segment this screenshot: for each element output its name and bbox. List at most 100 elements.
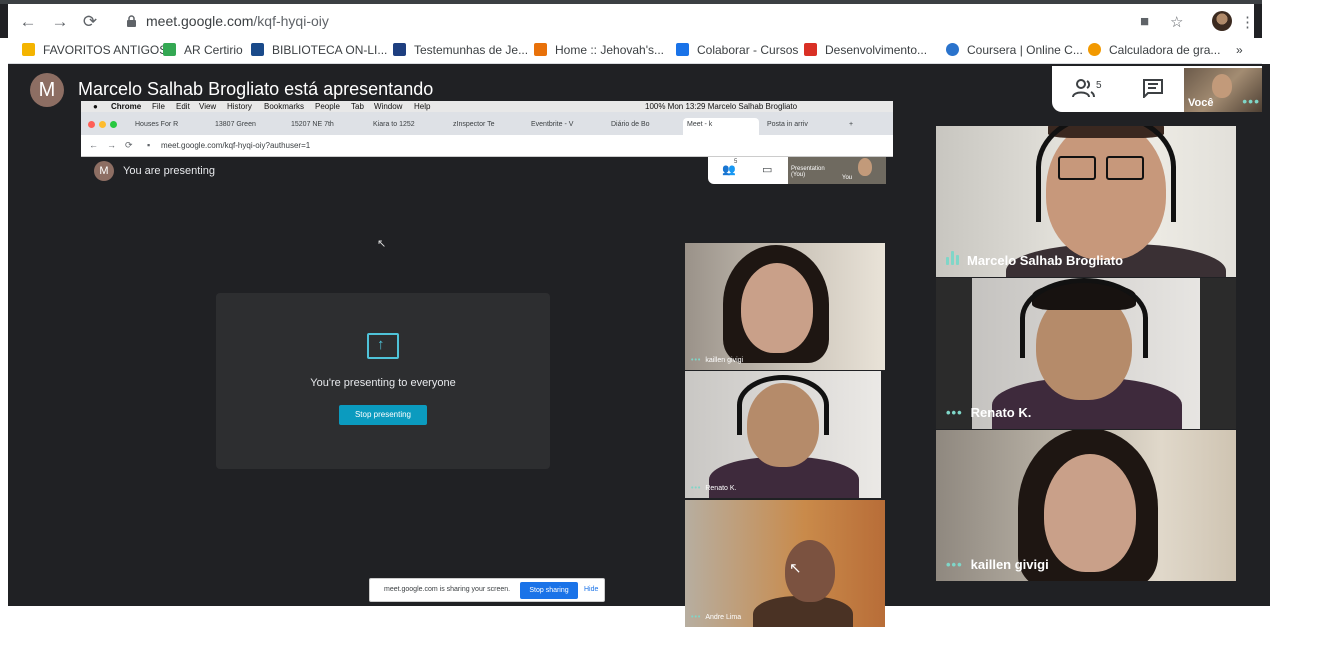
participant-tile[interactable]: Marcelo Salhab Brogliato [936,126,1236,277]
people-button[interactable]: 5 [1072,78,1102,100]
biblioteca-icon [251,43,264,56]
inner-tab-strip: Houses For R 13807 Green 15207 NE 7th Ki… [81,112,893,135]
meet-stage: M Marcelo Salhab Brogliato está apresent… [8,64,1270,627]
present-screen-icon [367,333,399,359]
bookmark-label: Calculadora de gra... [1109,43,1221,57]
mac-menu-bar: ● Chrome File Edit View History Bookmark… [81,101,893,112]
mac-menu-item: File [152,102,165,111]
lock-icon[interactable] [126,15,137,27]
more-bookmarks-icon[interactable]: » [1236,43,1243,57]
camera-indicator-icon[interactable]: ■ [1140,13,1149,30]
inner-self-tile: Presentation (You) You [788,157,886,184]
bookmarks-bar: FAVORITOS ANTIGOS AR Certirio BIBLIOTECA… [8,38,1262,64]
participant-headset [1020,278,1148,358]
bookmark-testemunhas[interactable]: Testemunhas de Je... [393,43,528,57]
inner-participant-tile: ••• kaillen givigi [685,243,885,370]
shared-screen: ● Chrome File Edit View History Bookmark… [81,101,893,627]
bookmark-coursera[interactable]: Coursera | Online C... [946,43,1083,57]
participant-tile[interactable]: ••• Renato K. [936,278,1236,429]
more-dots-icon: ••• [946,405,963,420]
sharing-notice-text: meet.google.com is sharing your screen. [384,586,511,593]
colaborar-icon [676,43,689,56]
hide-link: Hide [584,586,599,593]
bookmark-label: AR Certirio [184,43,243,57]
self-head [1212,74,1232,98]
inner-self-head [858,158,872,176]
jw-icon [393,43,406,56]
star-icon[interactable]: ☆ [1170,13,1183,31]
presenter-avatar: M [30,73,64,107]
presenting-to-everyone-text: You're presenting to everyone [310,377,456,389]
mac-menu-item: Bookmarks [264,102,305,111]
bookmark-favoritos[interactable]: FAVORITOS ANTIGOS [22,43,167,57]
menu-icon[interactable]: ⋮ [1240,13,1255,31]
inner-url: meet.google.com/kqf-hyqi-oiy?authuser=1 [161,141,311,150]
inner-meet-view: M You are presenting 👥 5 ▭ Presentation … [81,157,893,627]
bookmark-label: Desenvolvimento... [825,43,928,57]
inner-reload-icon: ⟳ [125,140,133,150]
bookmark-label: FAVORITOS ANTIGOS [43,43,168,57]
bookmark-ar-certirio[interactable]: AR Certirio [163,43,243,57]
reload-icon[interactable]: ⟳ [80,12,100,32]
inner-tab: 15207 NE 7th [291,121,334,128]
bookmark-jehovah[interactable]: Home :: Jehovah's... [534,43,664,57]
bookmark-label: Testemunhas de Je... [414,43,529,57]
forward-icon[interactable]: → [50,12,70,32]
inner-head [741,263,813,353]
bookmark-label: Home :: Jehovah's... [555,43,665,57]
inner-participant-name: ••• Renato K. [691,485,737,492]
inner-tab: Posta in arriv [767,121,808,128]
mac-menu-item: History [227,102,252,111]
participant-headset [1036,126,1176,222]
bookmark-label: BIBLIOTECA ON-LI... [272,43,388,57]
presenting-card: You're presenting to everyone Stop prese… [216,293,550,469]
mac-menu-item: Window [374,102,403,111]
inner-tab: Kiara to 1252 [373,121,415,128]
participant-name-label: ••• kaillen givigi [946,557,1049,572]
coursera-icon [946,43,959,56]
url-field[interactable]: meet.google.com/kqf-hyqi-oiy [146,13,329,29]
inner-tab: Eventbrite - V [531,121,574,128]
inner-tab-active: Meet - k [683,118,759,135]
minimize-window-icon [99,121,106,128]
apple-icon: ● [93,102,98,111]
sharing-notice-bar: meet.google.com is sharing your screen. … [369,578,605,602]
participant-head [1044,454,1136,572]
bookmark-calculadora[interactable]: Calculadora de gra... [1088,43,1220,57]
inner-address-bar: ← → ⟳ ▪ meet.google.com/kqf-hyqi-oiy?aut… [81,135,893,157]
mac-menu-item: View [199,102,217,111]
more-dots-icon: ••• [946,557,963,572]
people-count: 5 [1096,80,1102,91]
self-view-tile[interactable]: Você ••• [1184,68,1262,112]
people-icon [1072,79,1095,98]
presentation-title: Marcelo Salhab Brogliato está apresentan… [78,79,434,99]
inner-chat-icon: ▭ [762,164,773,176]
calculadora-icon [1088,43,1101,56]
folder-icon [22,43,35,56]
chat-button[interactable] [1142,78,1164,103]
back-icon[interactable]: ← [18,12,38,32]
inner-presentation-label: Presentation (You) [791,166,825,178]
inner-back-icon: ← [89,140,98,150]
chat-icon [1143,79,1163,100]
bookmark-biblioteca[interactable]: BIBLIOTECA ON-LI... [251,43,387,57]
participant-name-label: ••• Renato K. [946,405,1032,420]
inner-participant-tile: ••• Andre Lima [685,500,885,627]
inner-presenting-label: You are presenting [123,165,215,177]
ar-icon [163,43,176,56]
bookmark-label: Coursera | Online C... [967,43,1083,57]
bookmark-desenvolvimento[interactable]: Desenvolvimento... [804,43,927,57]
maximize-window-icon [110,121,117,128]
bookmark-colaborar[interactable]: Colaborar - Cursos [676,43,798,57]
profile-avatar[interactable] [1212,11,1232,31]
inner-top-controls: 👥 5 ▭ Presentation (You) You [708,157,886,184]
inner-tab: 13807 Green [215,121,256,128]
inner-you-label: You [842,175,853,181]
participant-tile[interactable]: ••• kaillen givigi [936,430,1236,581]
participant-name-label: Marcelo Salhab Brogliato [946,251,1123,268]
mouse-cursor-icon: ↖ [377,238,387,250]
bookmark-label: Colaborar - Cursos [697,43,799,57]
address-bar: ← → ⟳ meet.google.com/kqf-hyqi-oiy ■ ☆ ⋮ [0,4,1262,38]
inner-forward-icon: → [107,140,116,150]
mac-status: 100% Mon 13:29 Marcelo Salhab Brogliato [645,102,798,111]
